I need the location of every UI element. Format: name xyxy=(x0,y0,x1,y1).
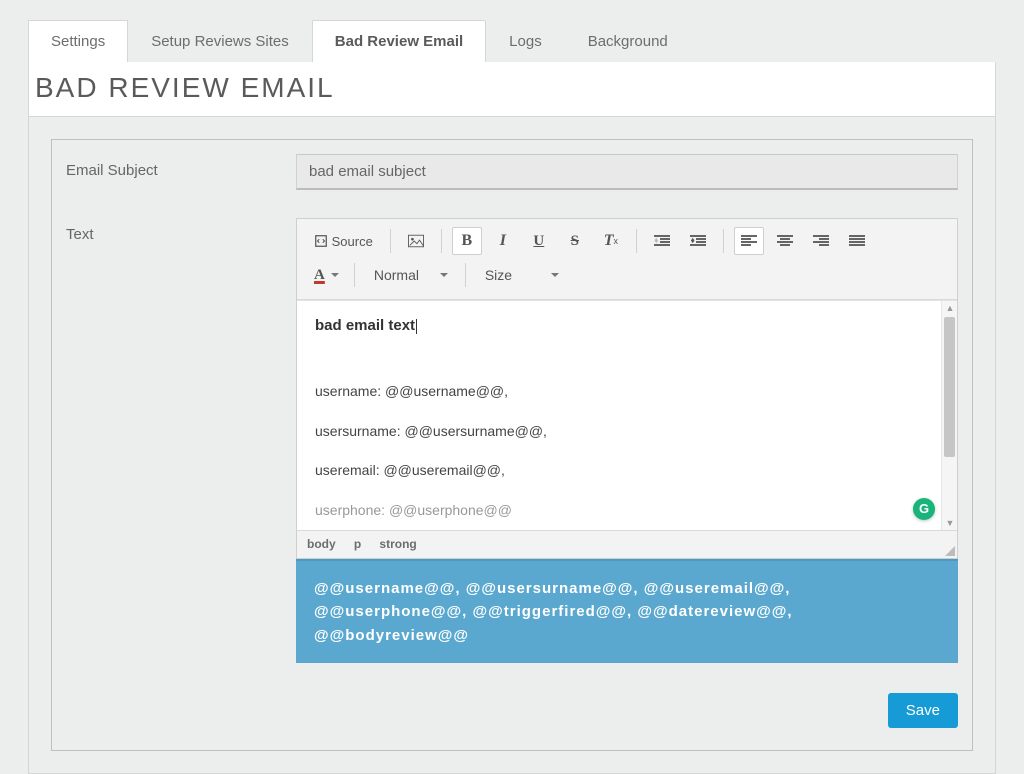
align-justify-button[interactable] xyxy=(842,227,872,255)
separator xyxy=(354,263,355,287)
save-button[interactable]: Save xyxy=(888,693,958,728)
italic-button[interactable]: I xyxy=(488,227,518,255)
align-right-button[interactable] xyxy=(806,227,836,255)
tab-bad-review-email[interactable]: Bad Review Email xyxy=(312,20,486,62)
panel: BAD REVIEW EMAIL Email Subject Text xyxy=(28,62,996,774)
bold-button[interactable]: B xyxy=(452,227,482,255)
text-cursor xyxy=(416,319,417,334)
label-text: Text xyxy=(66,218,296,663)
separator xyxy=(723,229,724,253)
placeholders-help: @@username@@, @@usersurname@@, @@userema… xyxy=(296,559,958,663)
paragraph-format-select[interactable]: Normal xyxy=(365,261,455,289)
outdent-button[interactable] xyxy=(647,227,677,255)
text-color-button[interactable]: A xyxy=(307,261,344,289)
image-button[interactable] xyxy=(401,227,431,255)
outdent-icon xyxy=(654,234,670,248)
align-right-icon xyxy=(813,234,829,248)
align-center-button[interactable] xyxy=(770,227,800,255)
text-color-icon: A xyxy=(314,267,325,284)
editor-line: userphone: @@userphone@@ xyxy=(315,501,923,521)
grammarly-icon[interactable]: G xyxy=(913,498,935,520)
editor-line: usersurname: @@usersurname@@, xyxy=(315,422,923,442)
source-icon xyxy=(314,234,328,248)
strike-button[interactable]: S xyxy=(560,227,590,255)
remove-format-button[interactable]: Tx xyxy=(596,227,626,255)
editor-bold-text: bad email text xyxy=(315,317,415,334)
indent-button[interactable] xyxy=(683,227,713,255)
separator xyxy=(390,229,391,253)
rich-text-editor: Source B I U xyxy=(296,218,958,559)
source-button[interactable]: Source xyxy=(307,227,380,255)
tab-background[interactable]: Background xyxy=(565,20,691,62)
tab-logs[interactable]: Logs xyxy=(486,20,565,62)
editor-toolbar: Source B I U xyxy=(297,219,957,300)
underline-button[interactable]: U xyxy=(524,227,554,255)
tab-setup-reviews-sites[interactable]: Setup Reviews Sites xyxy=(128,20,312,62)
page-title: BAD REVIEW EMAIL xyxy=(29,62,995,116)
path-segment[interactable]: strong xyxy=(379,537,416,551)
tab-settings[interactable]: Settings xyxy=(28,20,128,62)
separator xyxy=(441,229,442,253)
editor-line: useremail: @@useremail@@, xyxy=(315,461,923,481)
scroll-down-icon[interactable]: ▼ xyxy=(942,516,958,530)
scrollbar[interactable]: ▲ ▼ xyxy=(941,301,957,530)
email-subject-input[interactable] xyxy=(296,154,958,190)
align-center-icon xyxy=(777,234,793,248)
align-left-button[interactable] xyxy=(734,227,764,255)
editor-content[interactable]: bad email text username: @@username@@, u… xyxy=(297,301,941,530)
indent-icon xyxy=(690,234,706,248)
align-left-icon xyxy=(741,234,757,248)
path-segment[interactable]: p xyxy=(354,537,361,551)
source-label: Source xyxy=(332,234,373,249)
separator xyxy=(465,263,466,287)
font-size-select[interactable]: Size xyxy=(476,261,566,289)
path-segment[interactable]: body xyxy=(307,537,336,551)
editor-path-bar: body p strong xyxy=(297,530,957,558)
separator xyxy=(636,229,637,253)
form-box: Email Subject Text xyxy=(51,139,973,751)
chevron-down-icon xyxy=(331,273,339,281)
scroll-thumb[interactable] xyxy=(944,317,955,457)
resize-handle[interactable] xyxy=(945,546,955,556)
image-icon xyxy=(408,234,424,248)
editor-line: username: @@username@@, xyxy=(315,382,923,402)
label-email-subject: Email Subject xyxy=(66,154,296,190)
align-justify-icon xyxy=(849,234,865,248)
tab-bar: Settings Setup Reviews Sites Bad Review … xyxy=(28,18,996,62)
scroll-up-icon[interactable]: ▲ xyxy=(942,301,958,315)
